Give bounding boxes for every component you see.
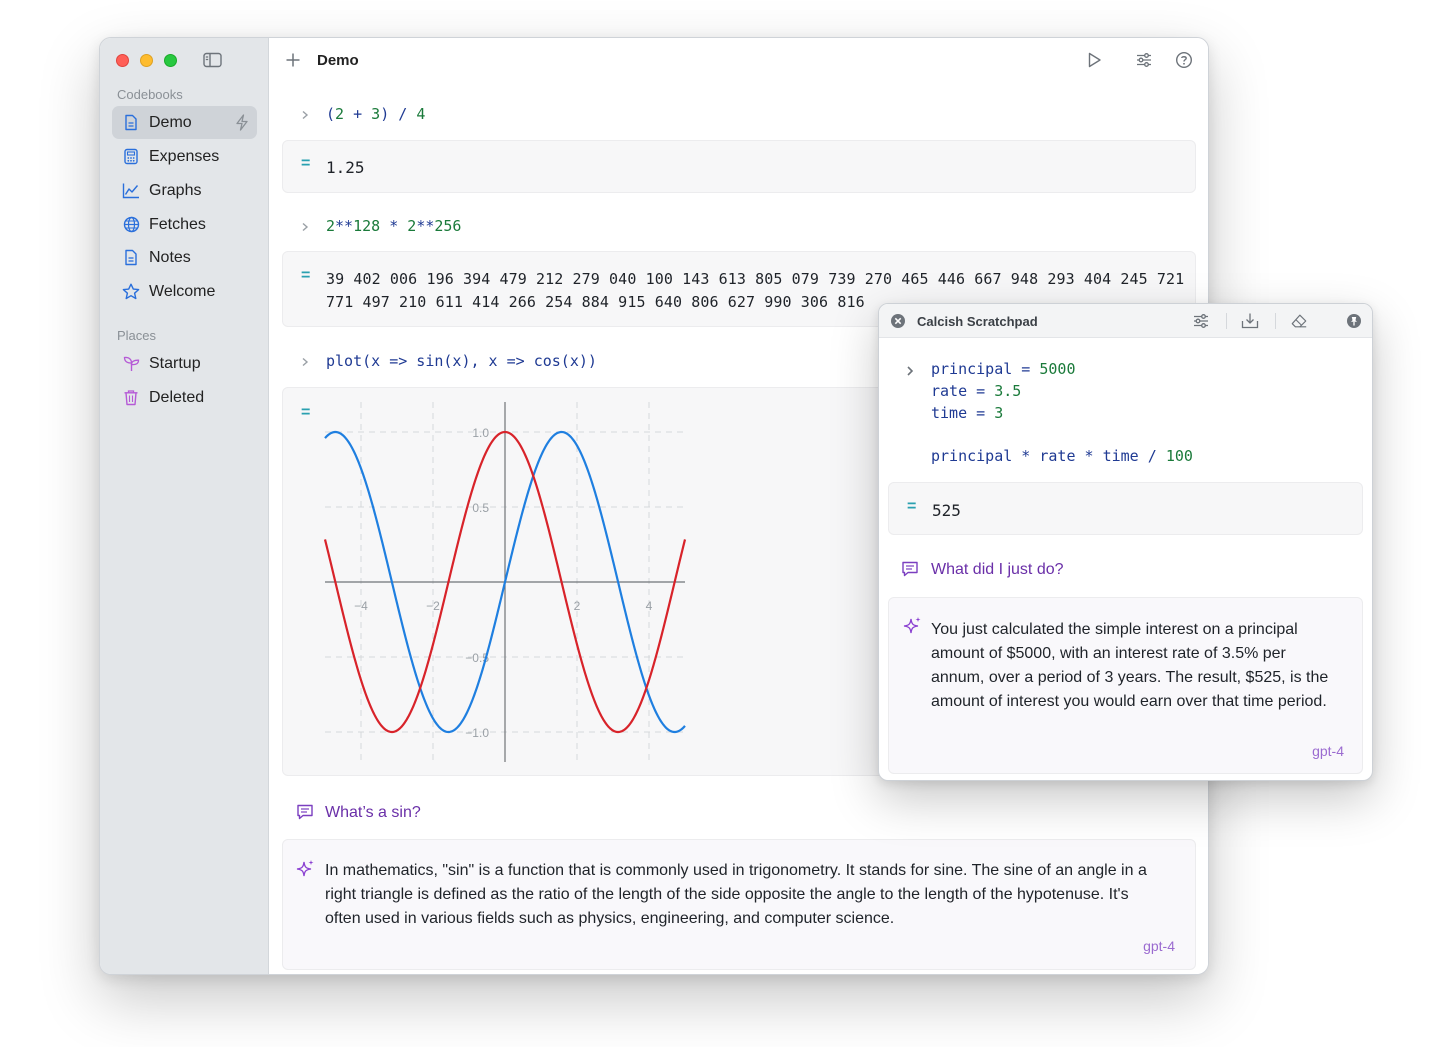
chevron-right-icon[interactable] [300,222,310,232]
scratchpad-expression[interactable]: principal * rate * time / 100 [931,447,1193,465]
variable-name: principal [931,360,1013,378]
x-tick-label: −4 [354,599,368,613]
sidebar-item-notes[interactable]: Notes [112,241,257,274]
scratchpad-result: = 525 [888,482,1363,535]
sidebar-item-label: Startup [149,354,201,372]
sidebar-item-label: Fetches [149,215,206,233]
zoom-window-button[interactable] [164,54,177,67]
cell-input[interactable]: plot(x => sin(x), x => cos(x)) [326,352,597,370]
download-icon[interactable] [1241,312,1259,330]
cell-input[interactable]: 2**128 * 2**256 [326,217,461,235]
x-tick-label: 2 [574,599,581,613]
settings-sliders-icon[interactable] [1135,51,1153,69]
sidebar-item-deleted[interactable]: Deleted [112,381,257,414]
sidebar-item-fetches[interactable]: Fetches [112,208,257,241]
scratchpad-answer-card: You just calculated the simple interest … [888,597,1363,774]
scratchpad-title: Calcish Scratchpad [917,314,1038,329]
trash-icon [122,389,140,407]
cell-result-value: 1.25 [326,158,365,177]
pin-icon[interactable] [1345,312,1363,330]
toolbar-divider [1226,313,1227,329]
equals-icon: = [907,498,917,515]
run-icon[interactable] [1085,51,1103,69]
variable-value: 5000 [1039,360,1076,378]
scratchpad-panel: Calcish Scratchpad principal = 5000 rate… [878,303,1373,781]
variable-value: 3.5 [994,382,1022,400]
cell-input-text: (2 + 3) / 4 [326,105,426,123]
minimize-window-button[interactable] [140,54,153,67]
model-tag: gpt-4 [1312,743,1344,759]
scratchpad-line-principal[interactable]: principal = 5000 [931,360,1076,378]
document-icon [122,249,140,267]
cell-input-text: plot(x => sin(x), x => cos(x)) [326,352,597,370]
chevron-right-icon[interactable] [300,110,310,120]
model-tag: gpt-4 [1143,938,1175,954]
scratchpad-line-time[interactable]: time = 3 [931,404,1003,422]
sidebar-item-label: Deleted [149,388,205,406]
scratchpad-result-value: 525 [932,501,961,520]
settings-sliders-icon[interactable] [1192,312,1210,330]
chart-icon [122,182,140,200]
star-icon [122,283,140,301]
sidebar-item-label: Welcome [149,282,216,300]
places-section-label: Places [117,328,157,343]
variable-name: rate [931,382,968,400]
x-tick-label: 4 [646,599,653,613]
question-text[interactable]: What’s a sin? [325,804,421,822]
sidebar-item-startup[interactable]: Startup [112,347,257,380]
sidebar-item-label: Graphs [149,181,202,199]
chevron-right-icon[interactable] [300,357,310,367]
cell-input-text: 2**128 * 2**256 [326,217,462,235]
scratchpad-answer-text: You just calculated the simple interest … [931,621,1329,710]
sidebar: Codebooks Demo Expenses Graphs Fetches N… [100,38,269,974]
sidebar-item-graphs[interactable]: Graphs [112,174,257,207]
chat-bubble-icon [297,804,313,820]
eraser-icon[interactable] [1290,312,1308,330]
chevron-right-icon[interactable] [905,365,915,377]
y-tick-label: −1.0 [465,726,489,740]
sidebar-item-label: Demo [149,113,192,131]
chat-bubble-icon [902,561,918,577]
scratchpad-titlebar: Calcish Scratchpad [879,304,1372,338]
x-tick-label: −2 [426,599,440,613]
calculator-icon [122,148,140,166]
help-icon[interactable] [1175,51,1193,69]
document-icon [122,114,140,132]
sidebar-item-label: Expenses [149,147,220,165]
titlebar: Demo [269,38,1208,84]
answer-text: In mathematics, "sin" is a function that… [325,862,1147,927]
sidebar-toggle-icon[interactable] [203,52,222,68]
sidebar-item-welcome[interactable]: Welcome [112,275,257,308]
sidebar-item-expenses[interactable]: Expenses [112,140,257,173]
y-tick-label: 1.0 [472,426,489,440]
sprout-icon [122,355,140,373]
sidebar-item-label: Notes [149,248,191,266]
answer-card: In mathematics, "sin" is a function that… [282,839,1196,970]
toolbar-divider [1275,313,1276,329]
scratchpad-question-text[interactable]: What did I just do? [931,561,1064,579]
sidebar-item-demo[interactable]: Demo [112,106,257,139]
y-tick-label: 0.5 [472,501,489,515]
close-window-button[interactable] [116,54,129,67]
variable-name: time [931,404,968,422]
equals-icon: = [301,155,311,172]
cell-input[interactable]: (2 + 3) / 4 [326,105,425,123]
globe-icon [122,216,140,234]
close-icon[interactable] [889,312,907,330]
sparkle-icon [903,617,921,634]
variable-value: 3 [994,404,1004,422]
plus-icon[interactable] [285,52,301,68]
cell-result: = 1.25 [282,140,1196,193]
page-title: Demo [317,52,359,69]
equals-icon: = [301,267,311,284]
bolt-icon[interactable] [235,114,249,131]
scratchpad-line-rate[interactable]: rate = 3.5 [931,382,1021,400]
codebooks-section-label: Codebooks [117,87,183,102]
sparkle-icon [296,860,314,877]
